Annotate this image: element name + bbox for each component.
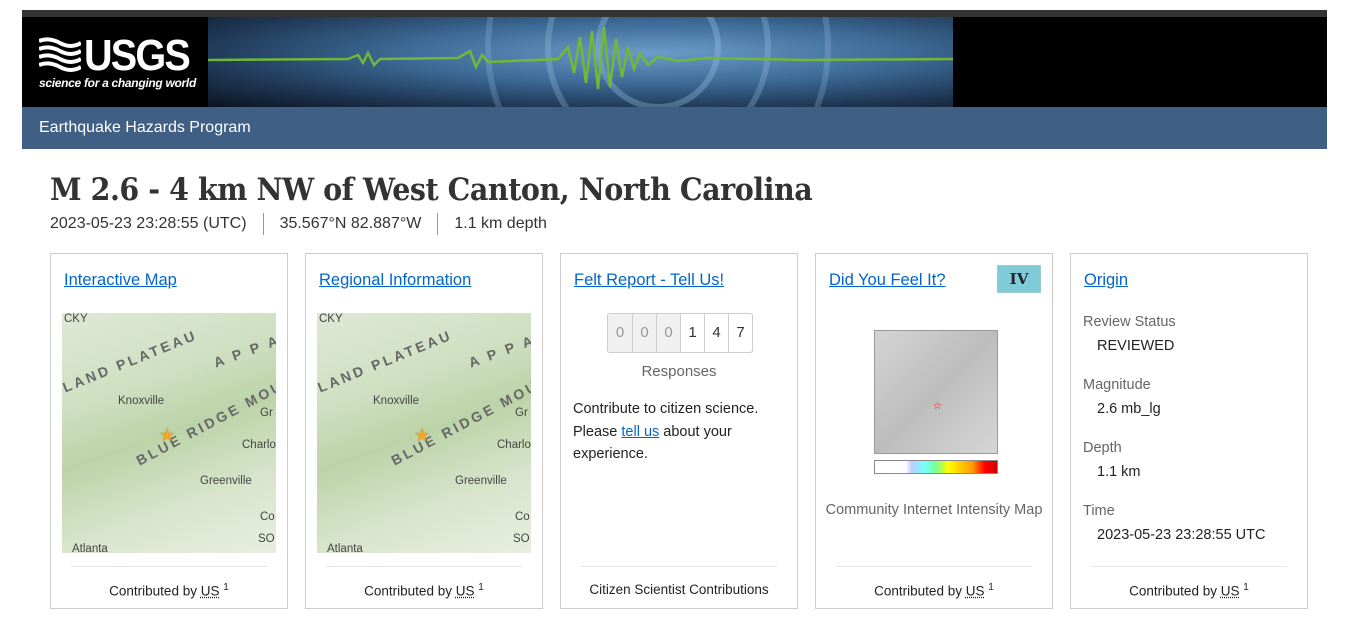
map-label: Charlo	[497, 439, 531, 451]
depth-label: Depth	[1083, 440, 1122, 456]
map-label: Gr	[515, 407, 528, 419]
page-title: M 2.6 - 4 km NW of West Canton, North Ca…	[50, 172, 813, 208]
map-label: SO	[513, 533, 530, 545]
counter-digit: 7	[728, 314, 752, 352]
map-label: Greenville	[200, 475, 252, 487]
interactive-map-link[interactable]: Interactive Map	[64, 271, 177, 290]
card-regional-information: Regional Information CKY LAND PLATEAU A …	[305, 253, 543, 609]
counter-digit: 0	[656, 314, 680, 352]
card-felt-report: Felt Report - Tell Us! 0 0 0 1 4 7 Respo…	[560, 253, 798, 609]
card-interactive-map: Interactive Map CKY LAND PLATEAU A P P A…	[50, 253, 288, 609]
map-label: Co	[515, 511, 530, 523]
counter-digit: 0	[608, 314, 632, 352]
intensity-map-image: ☆	[874, 330, 998, 454]
map-label: CKY	[319, 313, 343, 325]
counter-digit: 4	[704, 314, 728, 352]
event-location: 35.567°N 82.887°W	[262, 213, 438, 235]
map-label: BLUE RIDGE MOUNT	[388, 365, 531, 469]
responses-counter: 0 0 0 1 4 7	[607, 313, 753, 353]
map-label: Gr	[260, 407, 273, 419]
map-label: Knoxville	[373, 395, 420, 407]
contribute-text: Contribute to citizen science. Please te…	[573, 398, 783, 466]
magnitude-label: Magnitude	[1083, 377, 1151, 393]
program-link[interactable]: Earthquake Hazards Program	[39, 119, 251, 137]
footnote: 1	[223, 582, 229, 593]
interactive-map-thumbnail[interactable]: CKY LAND PLATEAU A P P A Knoxville BLUE …	[62, 313, 276, 553]
map-label: Greenville	[455, 475, 507, 487]
intensity-map-thumbnail[interactable]: ☆	[872, 314, 1000, 479]
review-status-label: Review Status	[1083, 314, 1176, 330]
contributor-link[interactable]: US	[456, 584, 475, 599]
dyfi-link[interactable]: Did You Feel It?	[829, 271, 946, 290]
counter-digit: 0	[632, 314, 656, 352]
card-origin: Origin Review Status REVIEWED Magnitude …	[1070, 253, 1308, 609]
card-footer: Citizen Scientist Contributions	[581, 566, 777, 597]
map-label: A P P A	[466, 331, 531, 371]
footer-text: Contributed by	[874, 583, 962, 599]
map-label: Co	[260, 511, 275, 523]
counter-digit: 1	[680, 314, 704, 352]
footer-text: Contributed by	[109, 583, 197, 599]
top-bar	[22, 10, 1327, 17]
map-label: LAND PLATEAU	[317, 326, 455, 396]
intensity-badge: IV	[997, 265, 1041, 293]
program-navbar: Earthquake Hazards Program	[22, 107, 1327, 149]
time-label: Time	[1083, 503, 1115, 519]
origin-details: Review Status REVIEWED Magnitude 2.6 mb_…	[1083, 314, 1265, 566]
footer-text: Contributed by	[1129, 583, 1217, 599]
footer-text: Contributed by	[364, 583, 452, 599]
usgs-logo[interactable]: USGS science for a changing world	[22, 17, 208, 107]
magnitude-value: 2.6 mb_lg	[1097, 401, 1161, 417]
event-depth: 1.1 km depth	[437, 213, 563, 235]
regional-map-thumbnail[interactable]: CKY LAND PLATEAU A P P A Knoxville BLUE …	[317, 313, 531, 553]
card-dyfi: Did You Feel It? IV ☆ Community Internet…	[815, 253, 1053, 609]
card-footer: Contributed by US 1	[1091, 566, 1287, 599]
tell-us-link[interactable]: tell us	[621, 424, 659, 440]
contributor-link[interactable]: US	[1221, 584, 1240, 599]
epicenter-star-icon: ☆	[933, 401, 942, 412]
map-label: A P P A	[211, 331, 276, 371]
card-footer: Contributed by US 1	[326, 566, 522, 599]
map-label: Atlanta	[327, 543, 363, 553]
map-label: BLUE RIDGE MOUNT	[133, 365, 276, 469]
map-label: LAND PLATEAU	[62, 326, 200, 396]
seismogram-graphic	[208, 17, 953, 107]
map-label: Charlo	[242, 439, 276, 451]
regional-information-link[interactable]: Regional Information	[319, 271, 471, 290]
event-meta: 2023-05-23 23:28:55 (UTC) 35.567°N 82.88…	[50, 213, 563, 235]
review-status-value: REVIEWED	[1097, 338, 1175, 354]
depth-value: 1.1 km	[1097, 464, 1141, 480]
map-label: Atlanta	[72, 543, 108, 553]
origin-link[interactable]: Origin	[1084, 271, 1128, 290]
contributor-link[interactable]: US	[966, 584, 985, 599]
usgs-waves-icon	[39, 37, 81, 72]
intensity-map-caption: Community Internet Intensity Map	[825, 502, 1043, 518]
map-label: Knoxville	[118, 395, 165, 407]
footnote: 1	[1243, 582, 1249, 593]
logo-tagline: science for a changing world	[39, 76, 196, 90]
responses-label: Responses	[641, 363, 717, 380]
contributor-link[interactable]: US	[201, 584, 220, 599]
event-time: 2023-05-23 23:28:55 (UTC)	[50, 215, 247, 232]
map-label: CKY	[64, 313, 88, 325]
footnote: 1	[988, 582, 994, 593]
logo-text: USGS	[84, 31, 191, 80]
time-value: 2023-05-23 23:28:55 UTC	[1097, 527, 1266, 543]
card-footer: Contributed by US 1	[836, 566, 1032, 599]
footnote: 1	[478, 582, 484, 593]
header-banner: USGS science for a changing world	[22, 17, 1327, 107]
map-label: SO	[258, 533, 275, 545]
card-footer: Contributed by US 1	[71, 566, 267, 599]
epicenter-star-icon: ★	[414, 425, 431, 445]
epicenter-star-icon: ★	[159, 425, 176, 445]
felt-report-link[interactable]: Felt Report - Tell Us!	[574, 271, 724, 290]
intensity-scale-legend	[874, 460, 998, 474]
